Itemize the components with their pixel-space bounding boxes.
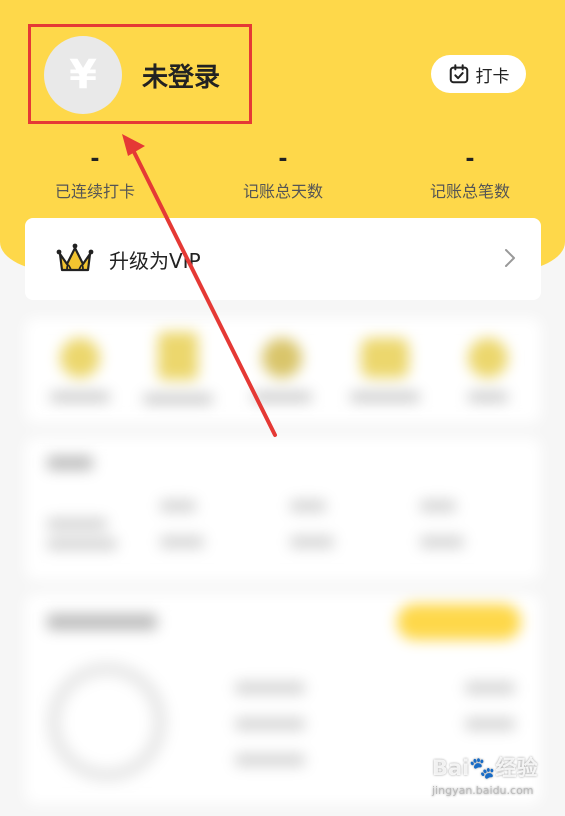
- shortcut-icon: [262, 338, 302, 378]
- annotation-highlight-box: [28, 24, 252, 124]
- stat-label: 记账总天数: [242, 182, 323, 201]
- shortcut-icon: [60, 338, 100, 378]
- stat-consecutive-checkin[interactable]: - 已连续打卡: [15, 146, 175, 202]
- crown-icon: [56, 243, 94, 272]
- stat-label: 记账总笔数: [429, 182, 510, 201]
- shortcut-item[interactable]: [247, 338, 317, 402]
- stat-total-days[interactable]: - 记账总天数: [203, 146, 363, 202]
- watermark-url: jingyan.baidu.com: [432, 784, 534, 797]
- stat-value: -: [90, 147, 100, 172]
- checkin-button[interactable]: 打卡: [431, 55, 526, 93]
- shortcut-item[interactable]: [453, 338, 523, 402]
- shortcuts-card: [25, 318, 541, 423]
- shortcut-icon: [361, 338, 409, 378]
- shortcut-icon: [158, 332, 198, 380]
- paw-icon: 🐾: [469, 756, 496, 780]
- stat-value: -: [278, 147, 288, 172]
- stat-total-entries[interactable]: - 记账总笔数: [390, 146, 550, 202]
- upgrade-vip-card[interactable]: 升级为VIP: [25, 218, 541, 300]
- calendar-check-icon: [449, 64, 468, 84]
- shortcut-icon: [468, 338, 508, 378]
- watermark-logo: Bai🐾经验: [432, 756, 538, 780]
- stat-label: 已连续打卡: [54, 182, 135, 201]
- watermark: Bai🐾经验 jingyan.baidu.com: [432, 752, 562, 812]
- shortcut-item[interactable]: [350, 338, 420, 402]
- stat-value: -: [465, 147, 475, 172]
- chevron-right-icon: [505, 249, 515, 267]
- vip-label: 升级为VIP: [109, 248, 201, 273]
- checkin-label: 打卡: [475, 66, 510, 87]
- shortcut-item[interactable]: [143, 332, 213, 404]
- summary-card: [25, 438, 541, 580]
- shortcut-item[interactable]: [45, 338, 115, 402]
